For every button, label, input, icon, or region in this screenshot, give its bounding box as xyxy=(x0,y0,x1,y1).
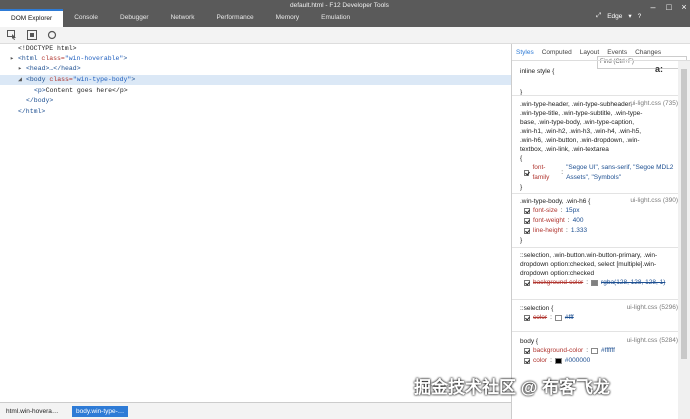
help-icon[interactable]: ? xyxy=(638,13,642,20)
tab-network[interactable]: Network xyxy=(160,9,206,27)
css-property[interactable]: font-weight: 400 xyxy=(524,216,678,226)
css-rule[interactable]: .win-type-body, .win-h6 { ui-light.css (… xyxy=(520,197,678,245)
css-rule[interactable]: .win-type-header, .win-type-subheader, .… xyxy=(520,100,678,192)
divider xyxy=(512,95,678,96)
select-element-icon[interactable] xyxy=(6,30,17,41)
tab-performance[interactable]: Performance xyxy=(205,9,264,27)
property-checkbox[interactable] xyxy=(524,280,530,286)
styles-pane: inline style { } .win-type-header, .win-… xyxy=(512,61,678,402)
tab-console[interactable]: Console xyxy=(63,9,109,27)
browser-target: ⤢ Edge ▾ ? xyxy=(596,12,641,20)
breadcrumb-item-html[interactable]: html.win-hovera… xyxy=(2,406,62,417)
divider xyxy=(512,331,678,332)
css-property[interactable]: font-family: "Segoe UI", sans-serif, "Se… xyxy=(524,163,678,183)
dom-node-body-close[interactable]: </body> xyxy=(26,96,53,106)
tab-dom-explorer[interactable]: DOM Explorer xyxy=(0,9,64,27)
chevron-down-icon[interactable]: ▾ xyxy=(628,12,631,20)
dom-tree: <!DOCTYPE html> ▸ <html class="win-hovera… xyxy=(0,44,511,402)
rule-source-link[interactable]: ui-light.css (735) xyxy=(630,100,678,107)
styles-scrollbar[interactable] xyxy=(678,61,690,419)
window-title: default.html - F12 Developer Tools xyxy=(290,2,389,9)
color-swatch[interactable] xyxy=(591,348,599,354)
property-checkbox[interactable] xyxy=(524,208,530,214)
add-property-icon[interactable]: a: xyxy=(655,64,663,74)
dom-node-p[interactable]: <p>Content goes here</p> xyxy=(34,86,128,96)
tab-changes[interactable]: Changes xyxy=(631,44,665,60)
tab-styles[interactable]: Styles xyxy=(512,44,538,60)
property-checkbox[interactable] xyxy=(524,348,530,354)
breadcrumb: html.win-hovera… body.win-type-… xyxy=(0,402,511,419)
refresh-icon[interactable] xyxy=(46,30,57,41)
expand-arrow-icon[interactable]: ▸ xyxy=(10,54,18,64)
rule-source-link[interactable]: ui-light.css (5296) xyxy=(627,304,678,311)
dom-node-html[interactable]: ▸ <html class="win-hoverable"> xyxy=(10,54,127,64)
tab-debugger[interactable]: Debugger xyxy=(109,9,160,27)
highlight-element-icon[interactable] xyxy=(26,30,37,41)
breadcrumb-item-body[interactable]: body.win-type-… xyxy=(72,406,129,417)
scrollbar-thumb[interactable] xyxy=(681,69,687,359)
title-bar: default.html - F12 Developer Tools DOM E… xyxy=(0,0,690,27)
css-property[interactable]: line-height: 1.333 xyxy=(524,226,678,236)
target-browser-label[interactable]: Edge xyxy=(607,13,622,20)
color-swatch[interactable] xyxy=(554,315,562,321)
rule-source-link[interactable]: ui-light.css (5284) xyxy=(627,337,678,344)
css-rule[interactable]: ::selection { ui-light.css (5296) color:… xyxy=(520,304,678,323)
css-property[interactable]: background-color: rgba(128, 128, 128, 1) xyxy=(524,278,678,288)
divider xyxy=(512,193,678,194)
minimize-button[interactable]: – xyxy=(645,0,661,14)
css-property[interactable]: color: #fff xyxy=(524,313,678,323)
dom-node-head[interactable]: ▸ <head>…</head> xyxy=(18,64,81,74)
color-swatch[interactable] xyxy=(554,358,562,364)
dom-node-body[interactable]: ◢ <body class="win-type-body"> xyxy=(0,75,511,85)
maximize-button[interactable]: □ xyxy=(661,0,677,14)
css-property[interactable]: color: #000000 xyxy=(524,356,678,366)
tab-memory[interactable]: Memory xyxy=(265,9,310,27)
pin-icon[interactable]: ⤢ xyxy=(596,12,601,20)
tool-tabs: DOM Explorer Console Debugger Network Pe… xyxy=(0,9,361,27)
dom-node-doctype[interactable]: <!DOCTYPE html> xyxy=(18,44,77,54)
dom-toolbar: Find (Ctrl+F) xyxy=(0,27,690,69)
dom-node-html-close[interactable]: </html> xyxy=(18,107,45,117)
css-property[interactable]: font-size: 15px xyxy=(524,206,678,216)
property-checkbox[interactable] xyxy=(524,228,530,234)
color-swatch[interactable] xyxy=(591,280,599,286)
rule-source-link[interactable]: ui-light.css (390) xyxy=(630,197,678,204)
expand-arrow-icon[interactable]: ▸ xyxy=(18,64,26,74)
tab-layout[interactable]: Layout xyxy=(576,44,604,60)
css-rule[interactable]: ::selection, .win-button.win-button-prim… xyxy=(520,251,678,288)
close-button[interactable]: × xyxy=(676,0,690,14)
css-rule[interactable]: body { ui-light.css (5284) background-co… xyxy=(520,337,678,366)
divider xyxy=(512,247,678,248)
styles-tabs: Styles Computed Layout Events Changes xyxy=(512,44,690,61)
property-checkbox[interactable] xyxy=(524,170,530,176)
tab-events[interactable]: Events xyxy=(603,44,631,60)
divider xyxy=(512,299,678,300)
watermark: 掘金技术社区 @ 布客飞龙 xyxy=(414,378,611,397)
tab-computed[interactable]: Computed xyxy=(538,44,576,60)
property-checkbox[interactable] xyxy=(524,315,530,321)
property-checkbox[interactable] xyxy=(524,218,530,224)
css-property[interactable]: background-color: #ffffff xyxy=(524,346,678,356)
tab-emulation[interactable]: Emulation xyxy=(310,9,361,27)
collapse-arrow-icon[interactable]: ◢ xyxy=(18,75,26,85)
property-checkbox[interactable] xyxy=(524,358,530,364)
